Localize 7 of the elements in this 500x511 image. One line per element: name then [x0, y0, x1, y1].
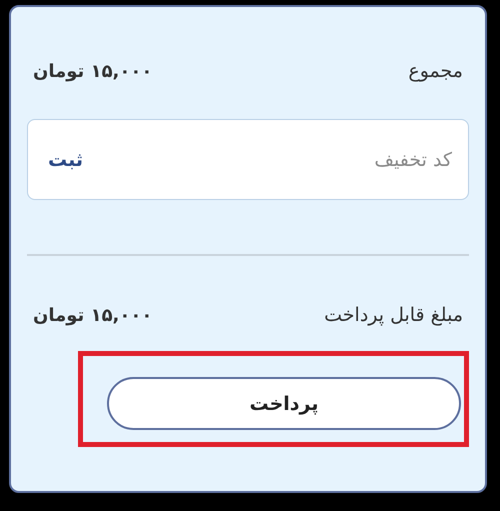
pay-button[interactable]: پرداخت — [107, 377, 461, 430]
discount-code-field[interactable]: کد تخفیف ثبت — [27, 119, 469, 200]
payable-amount: ۱۵,۰۰۰ تومان — [33, 304, 152, 326]
submit-link[interactable]: ثبت — [48, 148, 84, 170]
total-amount: ۱۵,۰۰۰ تومان — [33, 60, 152, 82]
payable-label: مبلغ قابل پرداخت — [324, 304, 463, 326]
total-label: مجموع — [408, 60, 463, 82]
